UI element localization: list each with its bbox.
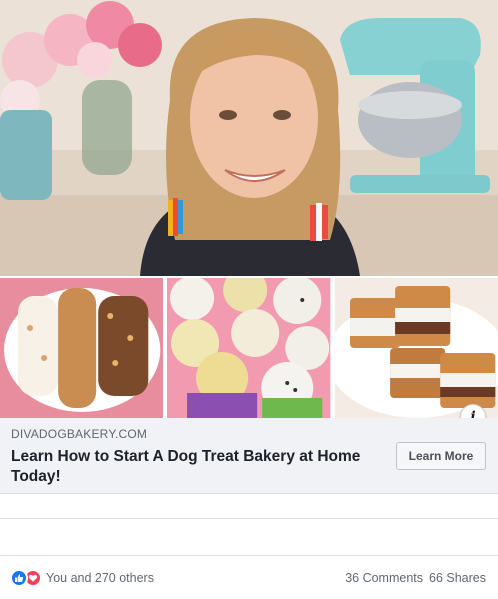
link-preview[interactable]: DIVADOGBAKERY.COM Learn How to Start A D… — [0, 418, 498, 494]
engagement-bar: You and 270 others 36 Comments 66 Shares — [0, 564, 498, 592]
thumbnail-row — [0, 278, 498, 418]
reactions-count[interactable]: You and 270 others — [46, 571, 154, 585]
like-icon — [10, 569, 28, 587]
divider — [0, 518, 498, 519]
divider — [0, 555, 498, 556]
hero-image[interactable] — [0, 0, 498, 276]
comments-count[interactable]: 36 Comments — [345, 571, 423, 585]
learn-more-button[interactable]: Learn More — [396, 442, 486, 470]
engagement-counts: 36 Comments 66 Shares — [345, 571, 486, 585]
thumbnail-dog-treats[interactable] — [0, 278, 164, 418]
shares-count[interactable]: 66 Shares — [429, 571, 486, 585]
thumbnail-sandwich-treats[interactable] — [334, 278, 498, 418]
thumbnail-cupcakes[interactable] — [167, 278, 331, 418]
link-domain: DIVADOGBAKERY.COM — [11, 427, 148, 441]
reactions-summary[interactable]: You and 270 others — [10, 569, 154, 587]
link-headline[interactable]: Learn How to Start A Dog Treat Bakery at… — [11, 447, 381, 487]
